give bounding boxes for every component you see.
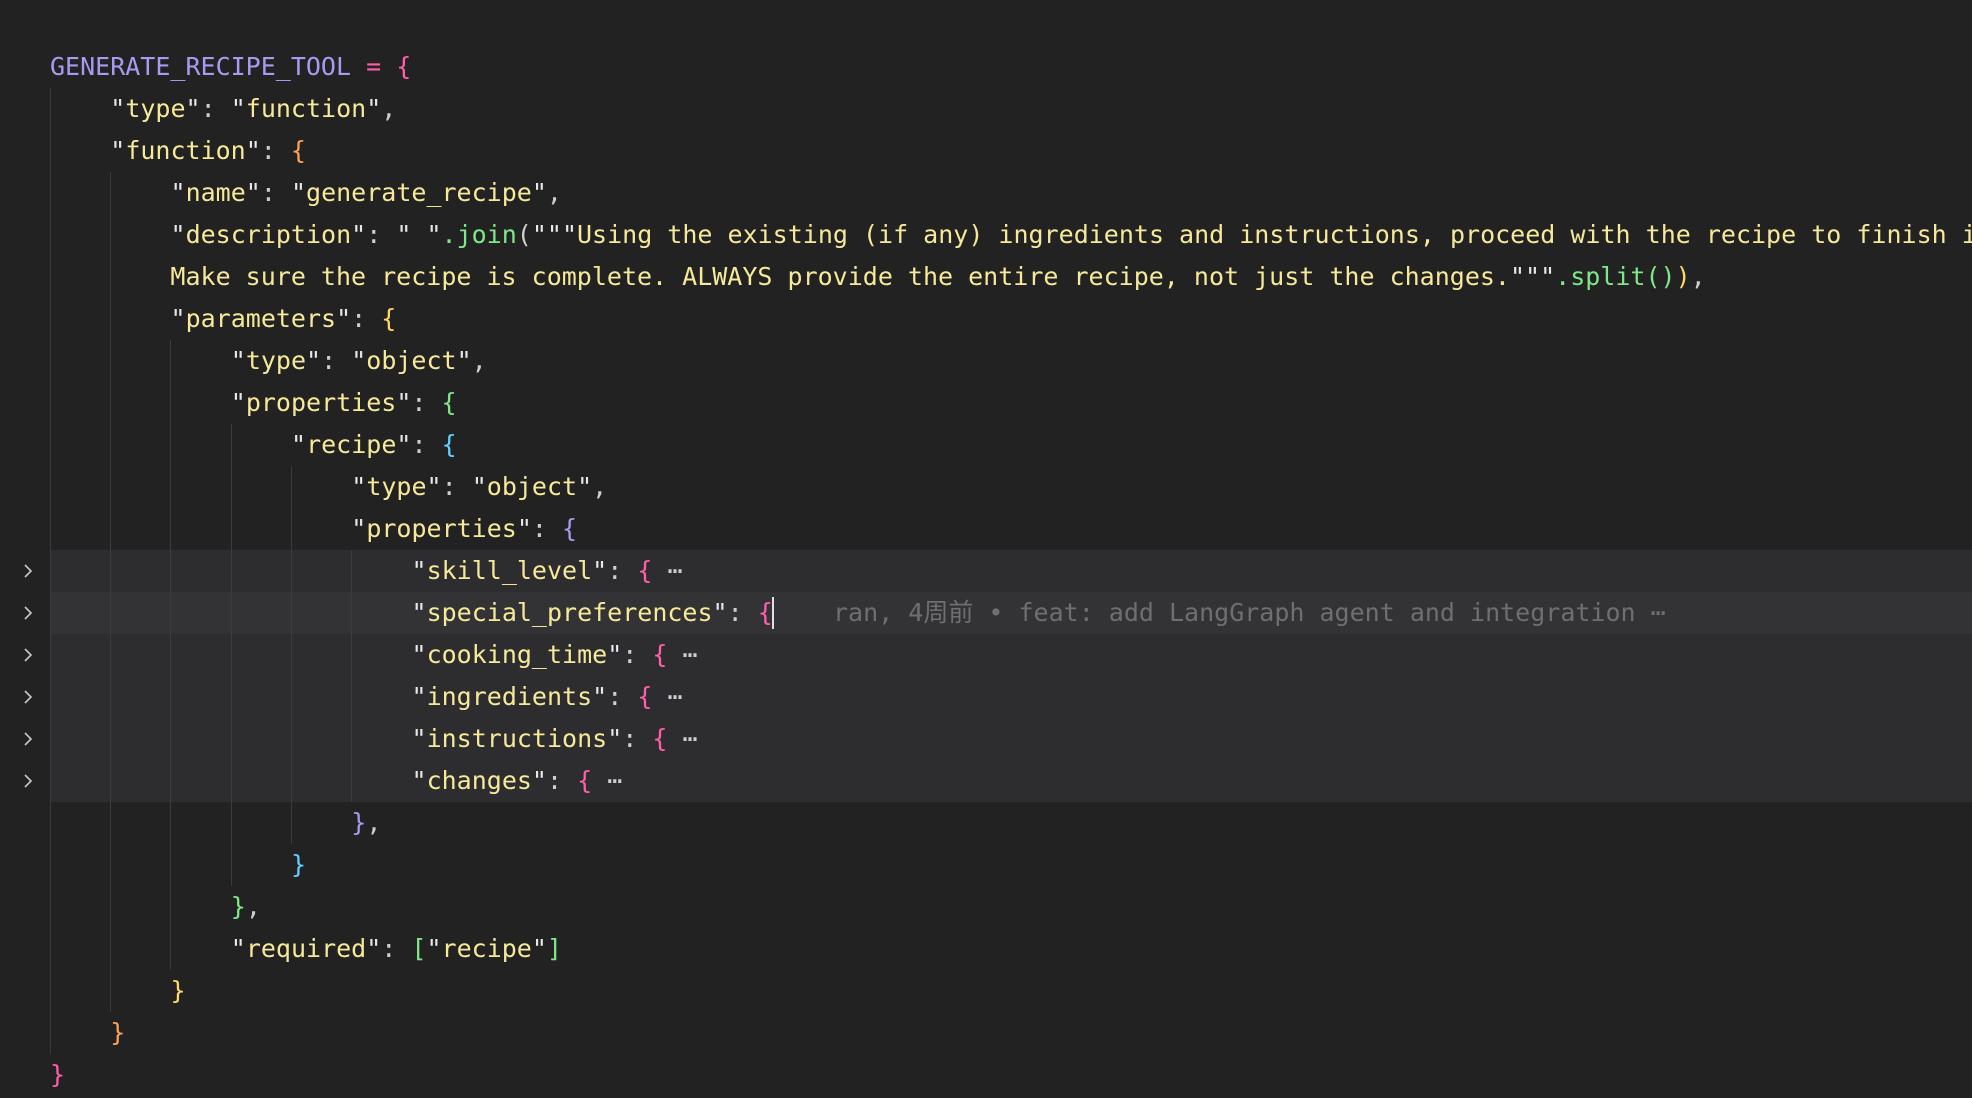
code-line[interactable]: "parameters": { (50, 298, 397, 340)
git-blame-annotation[interactable]: ran, 4周前 • feat: add LangGraph agent and… (833, 598, 1666, 627)
code-line[interactable]: GENERATE_RECIPE_TOOL = { (50, 46, 411, 88)
code-line[interactable]: "type": "object", (50, 466, 607, 508)
code-line[interactable]: } (50, 844, 306, 886)
chevron-right-icon[interactable] (18, 550, 38, 592)
code-line[interactable]: } (50, 1012, 125, 1054)
chevron-right-icon[interactable] (18, 718, 38, 760)
code-line[interactable]: }, (50, 886, 261, 928)
code-line[interactable]: } (50, 970, 186, 1012)
code-line[interactable]: "type": "object", (50, 340, 487, 382)
code-line[interactable]: "ingredients": { ⋯ (50, 676, 683, 718)
code-line[interactable]: "properties": { (50, 508, 577, 550)
chevron-right-icon[interactable] (18, 676, 38, 718)
code-line[interactable]: "required": ["recipe"] (50, 928, 562, 970)
chevron-right-icon[interactable] (18, 634, 38, 676)
folded-ellipsis[interactable]: ⋯ (667, 556, 682, 585)
code-line[interactable]: "properties": { (50, 382, 457, 424)
folded-ellipsis[interactable]: ⋯ (683, 724, 698, 753)
blame-separator: • (973, 598, 1019, 627)
code-line[interactable]: } (50, 1054, 65, 1096)
code-line[interactable]: "name": "generate_recipe", (50, 172, 562, 214)
chevron-right-icon[interactable] (18, 592, 38, 634)
code-line[interactable]: "type": "function", (50, 88, 396, 130)
code-line[interactable]: "description": " ".join("""Using the exi… (50, 214, 1972, 256)
code-line[interactable]: Make sure the recipe is complete. ALWAYS… (50, 256, 1705, 298)
chevron-right-icon[interactable] (18, 760, 38, 802)
code-line[interactable]: "instructions": { ⋯ (50, 718, 698, 760)
folded-ellipsis[interactable]: ⋯ (667, 682, 682, 711)
blame-more-button[interactable]: ⋯ (1651, 598, 1666, 627)
code-line[interactable]: }, (50, 802, 381, 844)
folded-ellipsis[interactable]: ⋯ (607, 766, 622, 795)
folded-ellipsis[interactable]: ⋯ (683, 640, 698, 669)
code-editor[interactable]: GENERATE_RECIPE_TOOL = { "type": "functi… (0, 0, 1972, 1098)
code-line[interactable]: "recipe": { (50, 424, 457, 466)
code-line[interactable]: "function": { (50, 130, 306, 172)
blame-time: 4周前 (908, 598, 974, 627)
code-line[interactable]: "special_preferences": { ⋯ran, 4周前 • fea… (50, 592, 1666, 634)
blame-message: feat: add LangGraph agent and integratio… (1018, 598, 1636, 627)
code-line[interactable]: "cooking_time": { ⋯ (50, 634, 698, 676)
code-line[interactable]: "changes": { ⋯ (50, 760, 623, 802)
blame-author: ran, (833, 598, 909, 627)
code-line[interactable]: "skill_level": { ⋯ (50, 550, 683, 592)
